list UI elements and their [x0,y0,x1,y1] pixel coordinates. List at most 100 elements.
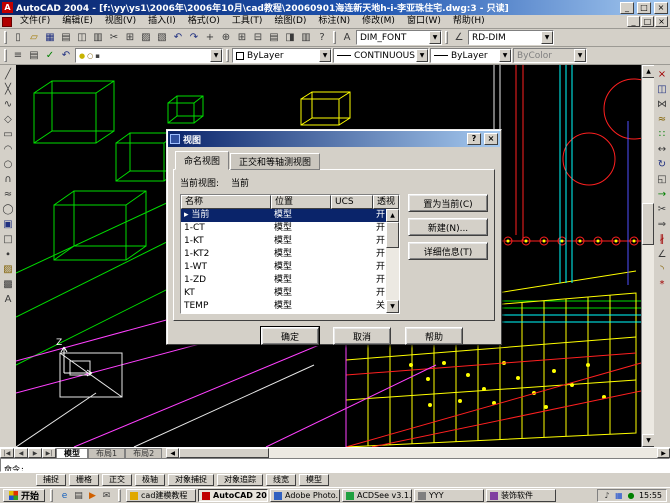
minimize-button[interactable]: _ [620,2,634,14]
text-style-combo[interactable]: DIM_FONT ▼ [356,30,442,45]
designcenter-icon[interactable]: ◨ [282,30,298,45]
undo-icon[interactable]: ↶ [170,30,186,45]
hatch-icon[interactable]: ▨ [0,262,16,277]
menu-item[interactable]: 修改(M) [356,15,401,28]
next-layout-icon[interactable]: ▶ [28,448,42,458]
layer-freeze-icon[interactable]: ○ [87,52,93,60]
column-header-ucs[interactable]: UCS [331,195,373,209]
color-combo[interactable]: ByLayer ▼ [232,48,332,63]
doc-restore-button[interactable]: □ [641,16,654,27]
menu-item[interactable]: 格式(O) [182,15,226,28]
tool-palettes-icon[interactable]: ▥ [298,30,314,45]
layer-lock-icon[interactable]: ▪ [95,52,100,60]
region-icon[interactable]: ▩ [0,277,16,292]
taskbar-grip[interactable] [118,489,121,502]
layout-tab[interactable]: 布局2 [125,448,162,458]
antivirus-icon[interactable]: ● [626,491,636,501]
scale-icon[interactable]: ◱ [654,172,670,187]
redo-icon[interactable]: ↷ [186,30,202,45]
network-icon[interactable]: ▦ [614,491,624,501]
linetype-combo[interactable]: CONTINUOUS ▼ [333,48,429,63]
scrollbar-thumb[interactable] [179,448,269,458]
status-toggle[interactable]: 模型 [299,474,329,486]
task-button[interactable]: Adobe Photo... [270,489,340,502]
new-view-button[interactable]: 新建(N)... [408,218,488,236]
view-list-row[interactable]: 1-CT模型开 [181,222,386,235]
status-toggle[interactable]: 栅格 [69,474,99,486]
dialog-help-icon[interactable]: ? [467,133,481,145]
volume-icon[interactable]: ♪ [602,491,612,501]
layer-previous-icon[interactable]: ↶ [58,48,74,63]
layer-current-icon[interactable]: ✓ [42,48,58,63]
status-toggle[interactable]: 对象捕捉 [168,474,214,486]
menu-item[interactable]: 标注(N) [312,15,356,28]
cancel-button[interactable]: 取消 [333,327,391,345]
menu-item[interactable]: 帮助(H) [447,15,491,28]
menu-item[interactable]: 文件(F) [14,15,56,28]
toolbar-grip[interactable] [226,49,229,62]
column-header-location[interactable]: 位置 [271,195,331,209]
menu-item[interactable]: 窗口(W) [401,15,447,28]
view-list-row[interactable]: KT模型开 [181,287,386,300]
copy-object-icon[interactable]: ◫ [654,82,670,97]
scroll-down-icon[interactable]: ▼ [386,300,399,313]
menu-item[interactable]: 工具(T) [226,15,269,28]
status-toggle[interactable]: 捕捉 [36,474,66,486]
canvas-vertical-scrollbar[interactable]: ▲ ▼ [641,65,654,447]
zoom-realtime-icon[interactable]: ⊕ [218,30,234,45]
tab-orthographic-views[interactable]: 正交和等轴测视图 [230,153,320,170]
save-icon[interactable]: ▦ [42,30,58,45]
layout-tab[interactable]: 模型 [56,448,88,458]
layer-states-icon[interactable]: ▤ [26,48,42,63]
toolbar-grip[interactable] [445,31,448,44]
scrollbar-track[interactable] [179,448,657,458]
zoom-window-icon[interactable]: ⊞ [234,30,250,45]
scroll-right-icon[interactable]: ▶ [657,448,670,458]
ellipse-icon[interactable]: ◯ [0,202,16,217]
view-list-row[interactable]: 1-ZD模型开 [181,274,386,287]
dim-style-icon[interactable]: ∠ [451,30,467,45]
menu-item[interactable]: 插入(I) [142,15,182,28]
task-button[interactable]: cad建模教程 [126,489,196,502]
start-button[interactable]: 开始 [3,489,45,502]
layer-on-icon[interactable]: ● [79,52,85,60]
open-icon[interactable]: ▱ [26,30,42,45]
toolbar-grip[interactable] [333,31,336,44]
rectangle-icon[interactable]: ▭ [0,127,16,142]
titlebar[interactable]: A AutoCAD 2004 - [f:\yy\ys1\2006年\2006年1… [0,0,670,15]
task-button[interactable]: AutoCAD 200... [198,489,268,502]
doc-minimize-button[interactable]: _ [627,16,640,27]
tab-named-views[interactable]: 命名视图 [175,151,229,170]
scrollbar-thumb[interactable] [386,222,399,248]
media-player-icon[interactable]: ▶ [86,489,99,502]
views-listview[interactable]: 名称 位置 UCS 透视 ▸ 当前模型开1-CT模型开1-KT模型开1-KT2模… [180,194,400,314]
restore-button[interactable]: □ [637,2,651,14]
document-icon[interactable] [2,17,12,27]
internet-explorer-icon[interactable]: e [58,489,71,502]
doc-close-button[interactable]: × [655,16,668,27]
view-dialog-titlebar[interactable]: 视图 ? × [168,131,500,147]
line-icon[interactable]: ╱ [0,67,16,82]
circle-icon[interactable]: ○ [0,157,16,172]
zoom-previous-icon[interactable]: ⊟ [250,30,266,45]
point-icon[interactable]: ∙ [0,247,16,262]
plot-icon[interactable]: ▤ [58,30,74,45]
last-layout-icon[interactable]: ▶| [42,448,56,458]
lineweight-combo[interactable]: ByLayer ▼ [430,48,512,63]
chamfer-icon[interactable]: ∠ [654,247,670,262]
mirror-icon[interactable]: ⋈ [654,97,670,112]
revision-cloud-icon[interactable]: ∩ [0,172,16,187]
close-button[interactable]: × [654,2,668,14]
scrollbar-track[interactable] [386,222,399,300]
make-block-icon[interactable]: □ [0,232,16,247]
dropdown-arrow-icon[interactable]: ▼ [416,49,428,62]
dropdown-arrow-icon[interactable]: ▼ [541,31,553,44]
task-button[interactable]: 装饰软件 [486,489,556,502]
plot-preview-icon[interactable]: ◫ [74,30,90,45]
match-properties-icon[interactable]: ▧ [154,30,170,45]
ok-button[interactable]: 确定 [261,327,319,345]
prev-layout-icon[interactable]: ◀ [14,448,28,458]
menu-item[interactable]: 视图(V) [99,15,142,28]
dropdown-arrow-icon[interactable]: ▼ [429,31,441,44]
dropdown-arrow-icon[interactable]: ▼ [499,49,511,62]
